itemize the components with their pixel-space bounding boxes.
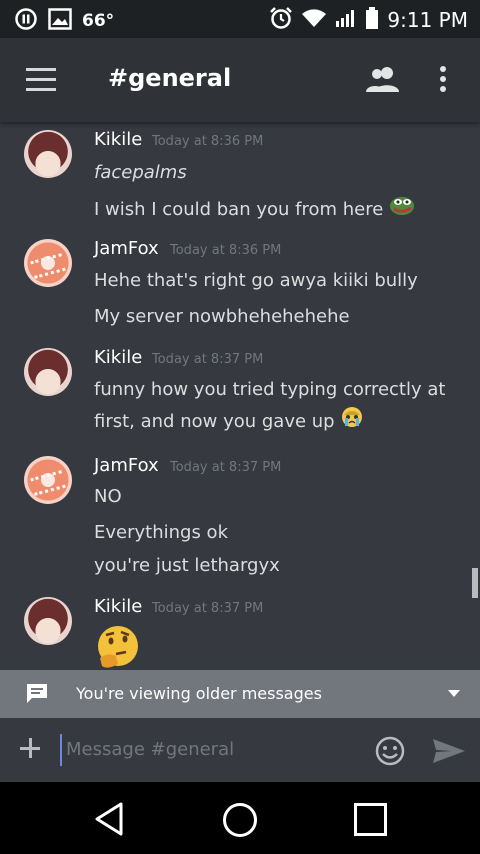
hamburger-menu-icon[interactable]: [26, 68, 56, 92]
username[interactable]: Kikile: [94, 347, 142, 368]
more-options-icon[interactable]: [438, 66, 448, 94]
status-bar: 66° 9:11 PM: [0, 0, 480, 38]
message-timestamp: Today at 8:37 PM: [152, 601, 264, 616]
alarm-icon: [269, 6, 293, 34]
message-timestamp: Today at 8:36 PM: [170, 243, 282, 258]
members-icon[interactable]: [366, 66, 400, 96]
avatar[interactable]: [24, 456, 72, 504]
pause-icon: [14, 7, 38, 35]
emoji-picker-icon[interactable]: [375, 736, 405, 770]
crying-emoji-icon: [340, 405, 364, 439]
message-text: you're just lethargyx: [94, 555, 280, 576]
thinking-emoji-icon: [94, 624, 142, 670]
chevron-down-icon[interactable]: [448, 690, 460, 697]
system-navigation-bar: [0, 782, 480, 854]
app-bar: #general: [0, 38, 480, 122]
image-icon: [48, 8, 72, 34]
username[interactable]: Kikile: [94, 596, 142, 617]
banner-text: You're viewing older messages: [76, 684, 322, 703]
username[interactable]: JamFox: [94, 455, 159, 476]
avatar[interactable]: [24, 239, 72, 287]
message-timestamp: Today at 8:37 PM: [170, 460, 282, 475]
message-text: Everythings ok: [94, 522, 228, 543]
message-text-content: I wish I could ban you from here: [94, 199, 384, 220]
message-text: funny how you tried typing correctly at: [94, 379, 446, 400]
battery-icon: [365, 7, 379, 33]
wifi-icon: [301, 8, 327, 32]
message-composer: Message #general: [0, 718, 480, 782]
message-text: facepalms: [94, 162, 187, 183]
home-icon[interactable]: [223, 803, 257, 837]
message-text: first, and now you gave up: [94, 405, 364, 439]
avatar[interactable]: [24, 348, 72, 396]
avatar[interactable]: [24, 130, 72, 178]
message-list: Kikile Today at 8:36 PM facepalms I wish…: [0, 122, 480, 670]
message-timestamp: Today at 8:37 PM: [152, 352, 264, 367]
message-text: My server nowbhehehehehe: [94, 306, 350, 327]
message-text: I wish I could ban you from here: [94, 194, 415, 226]
channel-title: #general: [108, 64, 232, 92]
recent-apps-icon[interactable]: [354, 803, 387, 836]
avatar[interactable]: [24, 597, 72, 645]
message-text: Hehe that's right go awya kiiki bully: [94, 270, 418, 291]
message-timestamp: Today at 8:36 PM: [152, 134, 264, 149]
back-icon[interactable]: [94, 802, 124, 840]
message-input[interactable]: Message #general: [60, 734, 356, 766]
older-messages-banner[interactable]: You're viewing older messages: [0, 670, 480, 718]
message-icon: [26, 683, 48, 703]
scrollbar-thumb[interactable]: [472, 568, 478, 598]
pepe-emoji-icon: [389, 194, 415, 226]
send-icon[interactable]: [432, 738, 466, 768]
clock-text: 9:11 PM: [387, 8, 468, 32]
add-attachment-icon[interactable]: [18, 736, 42, 760]
message-text-content: first, and now you gave up: [94, 411, 335, 432]
message-text: NO: [94, 486, 122, 507]
temperature-text: 66°: [82, 11, 115, 31]
signal-icon: [335, 8, 357, 32]
username[interactable]: Kikile: [94, 129, 142, 150]
username[interactable]: JamFox: [94, 238, 159, 259]
